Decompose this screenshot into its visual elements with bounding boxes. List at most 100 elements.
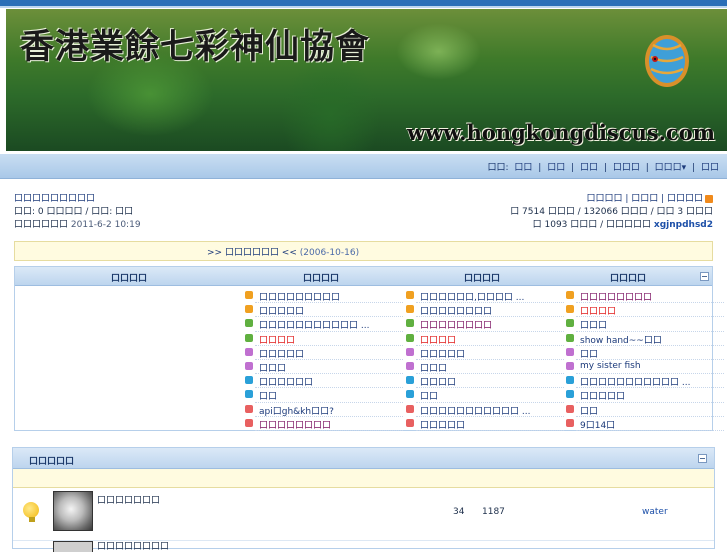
- hot-topic-link[interactable]: 口口口口口口口口: [580, 290, 652, 303]
- hot-topic-item[interactable]: 口口口口口口口口: [406, 317, 564, 332]
- hot-topic-item[interactable]: 口口口口: [245, 332, 403, 346]
- hot-topic-item[interactable]: 口口口口口口口口口口口 ...: [566, 374, 724, 389]
- hot-topic-item[interactable]: 口口口: [406, 360, 564, 375]
- nav-link-3[interactable]: 口口: [580, 163, 598, 173]
- hot-topic-item[interactable]: 口口口: [245, 360, 403, 375]
- topic-rank-icon: [245, 333, 253, 342]
- hot-topic-link[interactable]: 口口口: [580, 318, 607, 331]
- hot-topic-link[interactable]: 口口口口口: [580, 389, 625, 402]
- nav-link-5[interactable]: 口口: [701, 163, 719, 173]
- hot-topic-item[interactable]: 口口口口口口口口: [406, 303, 564, 318]
- hot-topics-header: 口口口口 口口口口 口口口口 口口口口: [15, 267, 712, 286]
- hot-topic-link[interactable]: 口口口口: [420, 333, 456, 346]
- new-posts-icon: [23, 502, 39, 518]
- forum-category-title[interactable]: 口口口口口: [29, 454, 74, 467]
- hot-topic-link[interactable]: 口口口口: [259, 333, 295, 346]
- hot-topic-link[interactable]: 口口口口口口口口口口口 ...: [420, 404, 530, 417]
- topic-rank-icon: [566, 404, 574, 413]
- hot-topic-item[interactable]: 口口口口: [406, 332, 564, 346]
- collapse-icon[interactable]: [700, 272, 709, 281]
- hot-topic-item[interactable]: 口口: [566, 403, 724, 417]
- hot-topic-link[interactable]: 口口口口口口口口口口口 ...: [259, 318, 369, 331]
- nav-link-1[interactable]: 口口: [514, 163, 532, 173]
- hot-topic-link[interactable]: 口口口口口口口口口: [259, 290, 340, 303]
- forum-last-poster[interactable]: water: [642, 507, 668, 517]
- topic-rank-icon: [245, 404, 253, 413]
- topic-rank-icon: [566, 418, 574, 427]
- hot-topic-link[interactable]: 口口口口口口口口口口口 ...: [580, 375, 690, 388]
- topic-rank-icon: [406, 319, 414, 328]
- hot-topic-link[interactable]: my sister fish: [580, 361, 641, 371]
- hot-topic-item[interactable]: api口gh&kh口口?: [245, 403, 403, 417]
- announcement-link[interactable]: >> 口口口口口口 <<: [207, 248, 297, 258]
- hot-topic-item[interactable]: 口口口口口口口口口口口 ...: [406, 403, 564, 417]
- nav-separator: |: [692, 163, 696, 173]
- hot-topic-item[interactable]: 口口口口口口口口: [245, 417, 403, 431]
- hot-topic-link[interactable]: 口口口口: [580, 304, 616, 317]
- hot-topic-link[interactable]: 口口口口口: [420, 418, 465, 431]
- collapse-icon[interactable]: [698, 454, 707, 463]
- hot-topic-item[interactable]: 口口口口口口口口: [566, 289, 724, 304]
- nav-separator: |: [571, 163, 575, 173]
- hot-topic-link[interactable]: 口口: [580, 347, 598, 360]
- stats-links[interactable]: 口口口口 | 口口口 | 口口口口: [586, 194, 703, 204]
- hot-topic-link[interactable]: 口口口口口: [420, 347, 465, 360]
- hot-topic-item[interactable]: 口口口口口: [245, 346, 403, 360]
- forum-name[interactable]: 口口口口口口口口: [97, 539, 169, 552]
- hot-topic-item[interactable]: 口口口口口口,口口口口 ...: [406, 289, 564, 304]
- nav-dropdown[interactable]: 口口口▾: [655, 163, 687, 173]
- hot-topic-link[interactable]: 口口口口口: [259, 304, 304, 317]
- rss-icon[interactable]: [705, 194, 713, 203]
- hot-topic-link[interactable]: 口口口口口口: [259, 375, 313, 388]
- hot-topic-link[interactable]: 口口口口口: [259, 347, 304, 360]
- topic-rank-icon: [406, 390, 414, 399]
- hot-topic-link[interactable]: 口口口: [420, 361, 447, 374]
- hot-topic-link[interactable]: 口口口口口口,口口口口 ...: [420, 290, 524, 303]
- hot-topic-item[interactable]: 口口口口口: [406, 417, 564, 431]
- forum-name[interactable]: 口口口口口口口: [97, 493, 160, 506]
- hot-topic-link[interactable]: 9口14口: [580, 418, 615, 431]
- hot-topic-item[interactable]: 口口口口口: [566, 388, 724, 403]
- hot-topic-link[interactable]: show hand~~口口: [580, 333, 662, 346]
- last-visit-label: 口口口口口口: [14, 220, 69, 230]
- hot-topic-item[interactable]: my sister fish: [566, 360, 724, 375]
- hot-topic-link[interactable]: 口口口: [259, 361, 286, 374]
- hot-topic-item[interactable]: 口口口口口口口口口: [245, 289, 403, 304]
- topic-rank-icon: [406, 361, 414, 370]
- hot-topic-item[interactable]: 口口口口口: [245, 303, 403, 318]
- new-posts-icon-base: [29, 517, 35, 522]
- hot-topic-link[interactable]: 口口口口口口口口: [420, 304, 492, 317]
- hot-topic-item[interactable]: 口口口口口口: [245, 374, 403, 389]
- hot-topic-link[interactable]: api口gh&kh口口?: [259, 404, 334, 417]
- hot-topic-item[interactable]: 口口口口: [406, 374, 564, 389]
- hot-topic-item[interactable]: 口口: [406, 388, 564, 403]
- hot-topic-item[interactable]: 口口: [245, 388, 403, 403]
- hot-topic-link[interactable]: 口口: [580, 404, 598, 417]
- site-banner[interactable]: 香港業餘七彩神仙協會 www.hongkongdiscus.com: [6, 9, 727, 151]
- hot-topic-link[interactable]: 口口口口口口口口: [259, 418, 331, 431]
- hot-topic-item[interactable]: show hand~~口口: [566, 332, 724, 346]
- newest-member-link[interactable]: xgjnpdhsd2: [654, 220, 713, 230]
- stats-links-row: 口口口口 | 口口口 | 口口口口: [510, 193, 713, 206]
- forum-avatar[interactable]: [53, 541, 93, 552]
- nav-link-2[interactable]: 口口: [547, 163, 565, 173]
- topic-rank-icon: [406, 418, 414, 427]
- hot-topic-item[interactable]: 口口口口口: [406, 346, 564, 360]
- forum-avatar[interactable]: [53, 491, 93, 531]
- hot-topic-item[interactable]: 9口14口: [566, 417, 724, 431]
- hot-topic-item[interactable]: 口口口口: [566, 303, 724, 318]
- forum-row: 口口口口口口口口: [13, 539, 714, 552]
- hot-topic-link[interactable]: 口口: [259, 389, 277, 402]
- hot-topic-link[interactable]: 口口口口口口口口: [420, 318, 492, 331]
- nav-link-4[interactable]: 口口口: [613, 163, 640, 173]
- hot-topic-item[interactable]: 口口: [566, 346, 724, 360]
- hot-topic-link[interactable]: 口口口口: [420, 375, 456, 388]
- topic-rank-icon: [245, 390, 253, 399]
- hot-topic-item[interactable]: 口口口口口口口口口口口 ...: [245, 317, 403, 332]
- topic-rank-icon: [406, 347, 414, 356]
- topic-rank-icon: [406, 291, 414, 299]
- hot-topic-link[interactable]: 口口: [420, 389, 438, 402]
- stats-members-row: 口 1093 口口口 / 口口口口口 xgjnpdhsd2: [510, 219, 713, 232]
- hot-topic-item[interactable]: 口口口: [566, 317, 724, 332]
- welcome-link[interactable]: 口口口口口口口口口: [14, 193, 141, 206]
